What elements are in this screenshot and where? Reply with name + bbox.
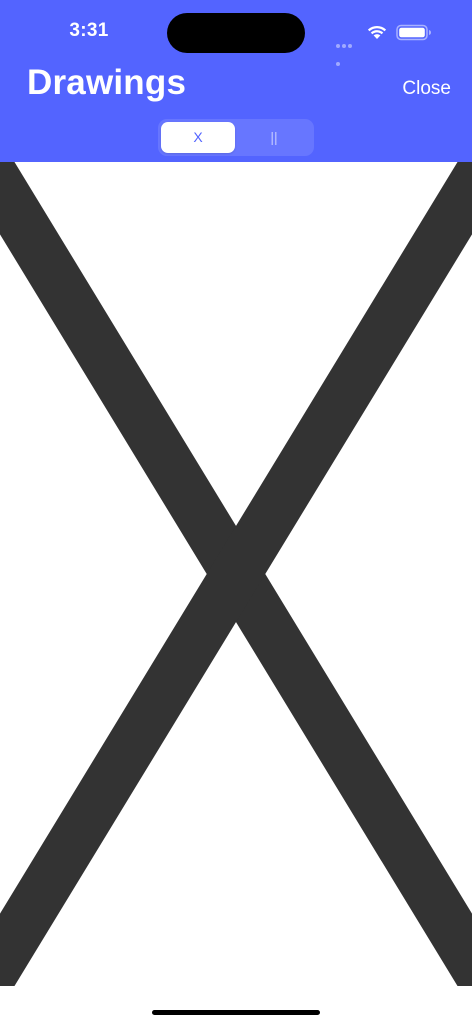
status-bar: 3:31 bbox=[0, 0, 472, 66]
cellular-signal-icon bbox=[336, 35, 358, 66]
navigation-header: 3:31 Drawings Close X || bbox=[0, 0, 472, 162]
drawing-canvas bbox=[0, 162, 472, 986]
drawings-screen: 3:31 Drawings Close X || bbox=[0, 0, 472, 1024]
segment-x[interactable]: X bbox=[161, 122, 235, 153]
segment-parallel-lines[interactable]: || bbox=[237, 122, 311, 153]
dynamic-island bbox=[167, 13, 305, 53]
x-drawing bbox=[0, 162, 472, 986]
status-time: 3:31 bbox=[69, 20, 109, 41]
drawing-segmented-control: X || bbox=[158, 119, 314, 156]
battery-icon bbox=[396, 24, 431, 41]
wifi-icon bbox=[367, 25, 387, 39]
page-title: Drawings bbox=[27, 63, 187, 102]
close-button[interactable]: Close bbox=[402, 78, 451, 100]
x-drawing-strokes bbox=[0, 162, 472, 986]
home-indicator[interactable] bbox=[152, 1010, 320, 1015]
